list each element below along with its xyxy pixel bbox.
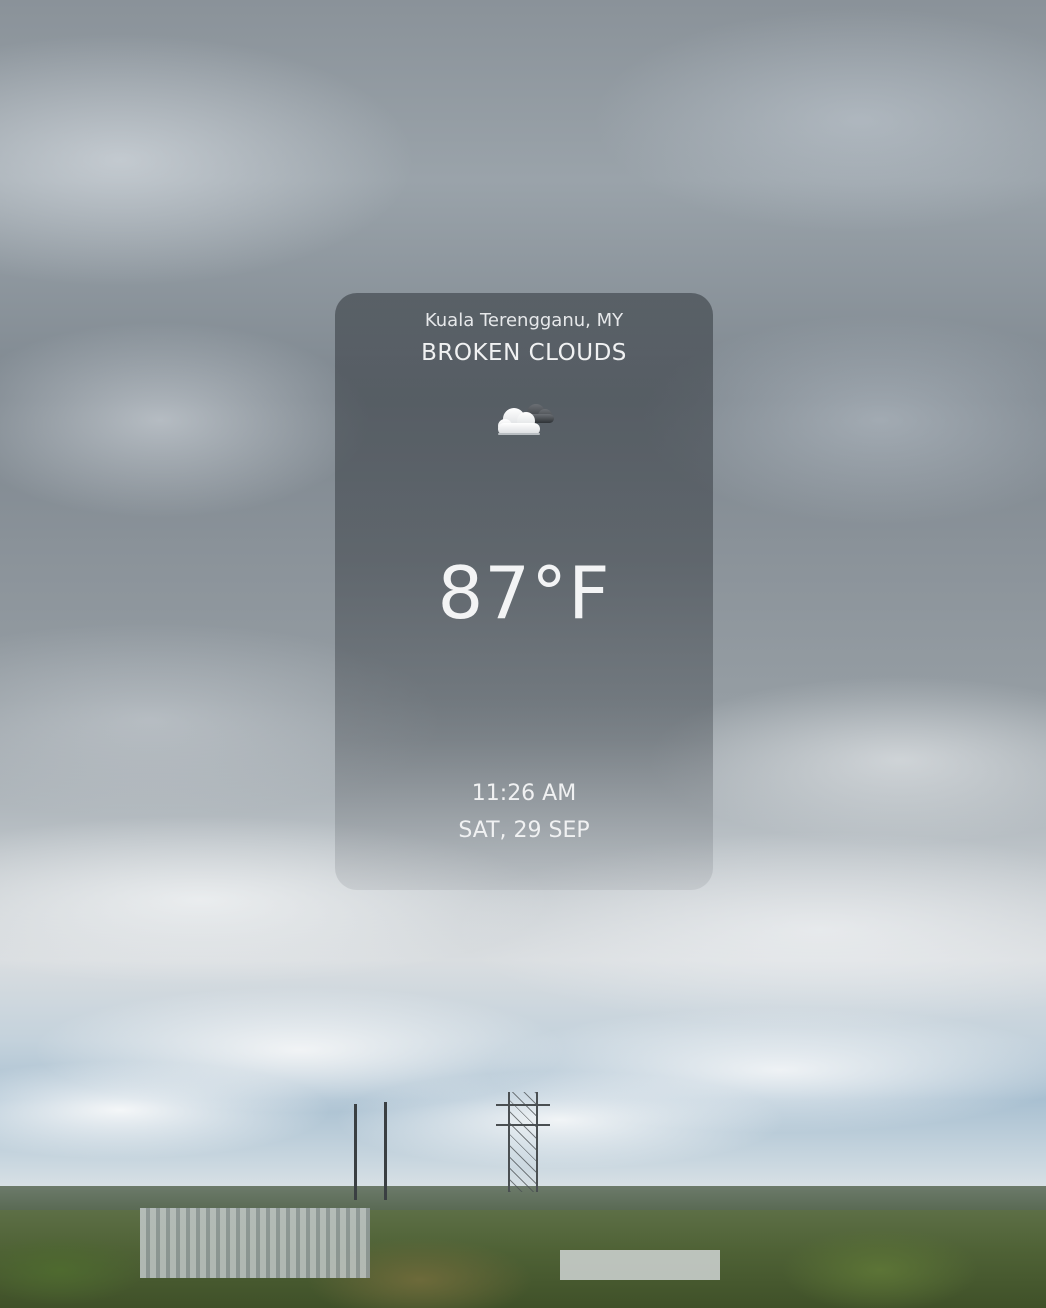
current-date: SAT, 29 SEP xyxy=(458,818,590,843)
temperature-value: 87°F xyxy=(437,551,611,635)
background-buildings xyxy=(140,1208,370,1278)
location-label: Kuala Terengganu, MY xyxy=(424,310,624,331)
transmission-tower-arm xyxy=(496,1124,550,1126)
current-time: 11:26 AM xyxy=(471,781,577,806)
utility-pole xyxy=(384,1102,387,1200)
transmission-tower-arm xyxy=(496,1104,550,1106)
broken-clouds-icon xyxy=(492,399,558,439)
utility-pole xyxy=(354,1104,357,1200)
weather-condition: BROKEN CLOUDS xyxy=(421,340,627,366)
transmission-tower xyxy=(508,1092,538,1192)
weather-card: Kuala Terengganu, MY BROKEN CLOUDS 87°F … xyxy=(335,293,713,890)
background-building xyxy=(560,1250,720,1280)
